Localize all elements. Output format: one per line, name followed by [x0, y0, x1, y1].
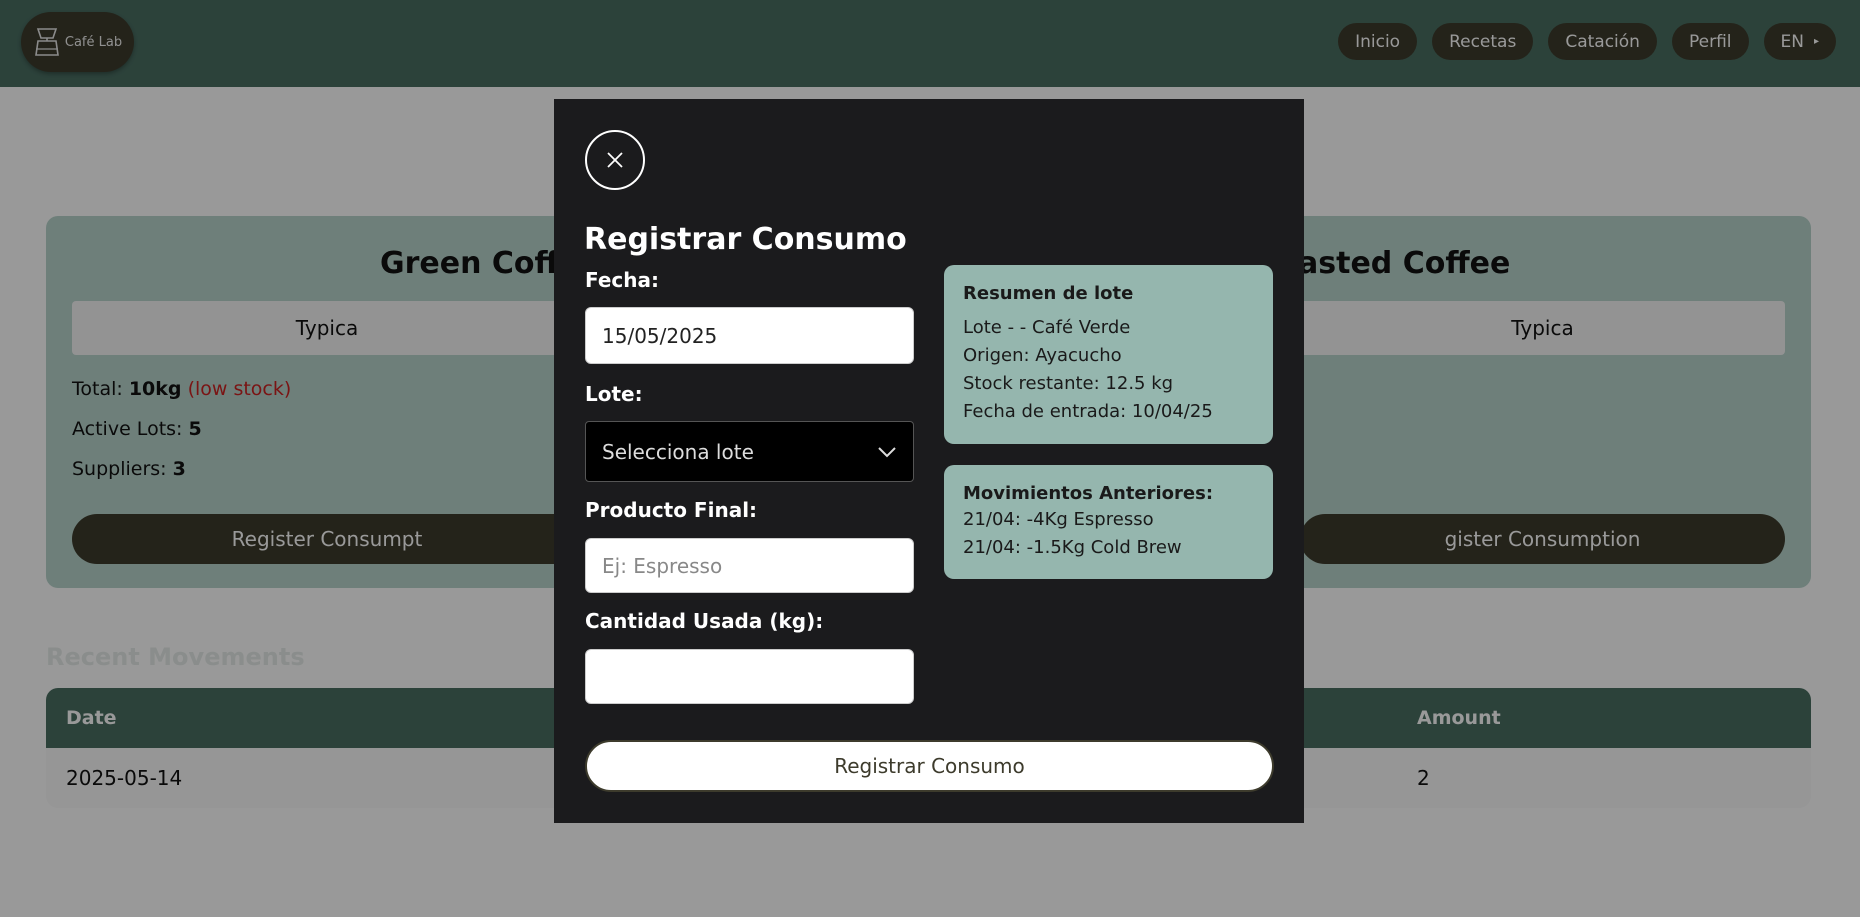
- cantidad-label: Cantidad Usada (kg):: [585, 609, 824, 633]
- cantidad-input[interactable]: [585, 649, 914, 704]
- movement-line: 21/04: -4Kg Espresso: [963, 509, 1154, 530]
- previous-movements-title: Movimientos Anteriores:: [963, 483, 1214, 504]
- lote-select[interactable]: Selecciona lote: [585, 421, 914, 482]
- lote-label: Lote:: [585, 382, 643, 406]
- summary-line: Origen: Ayacucho: [963, 345, 1122, 366]
- lot-summary-title: Resumen de lote: [963, 283, 1134, 304]
- previous-movements-card: Movimientos Anteriores: 21/04: -4Kg Espr…: [944, 465, 1273, 579]
- fecha-label: Fecha:: [585, 268, 660, 292]
- close-button[interactable]: [585, 130, 645, 190]
- modal-title: Registrar Consumo: [584, 222, 907, 257]
- summary-line: Fecha de entrada: 10/04/25: [963, 401, 1213, 422]
- close-icon: [607, 152, 623, 168]
- movement-line: 21/04: -1.5Kg Cold Brew: [963, 537, 1182, 558]
- summary-line: Stock restante: 12.5 kg: [963, 373, 1174, 394]
- lot-summary-card: Resumen de lote Lote - - Café Verde Orig…: [944, 265, 1273, 444]
- register-consumption-modal: Registrar Consumo Fecha: 15/05/2025 Lote…: [554, 99, 1304, 823]
- submit-consumption-button[interactable]: Registrar Consumo: [585, 740, 1274, 792]
- chevron-down-icon: [878, 446, 896, 457]
- producto-input[interactable]: Ej: Espresso: [585, 538, 914, 593]
- lote-select-value: Selecciona lote: [602, 439, 754, 464]
- producto-label: Producto Final:: [585, 498, 758, 522]
- summary-line: Lote - - Café Verde: [963, 317, 1131, 338]
- fecha-input[interactable]: 15/05/2025: [585, 307, 914, 364]
